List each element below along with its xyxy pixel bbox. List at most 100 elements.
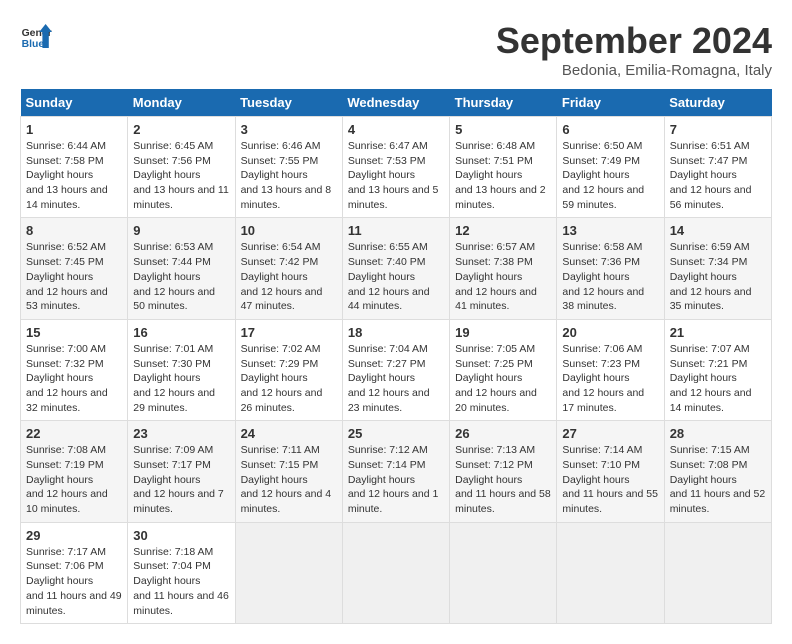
- table-row: 2 Sunrise: 6:45 AM Sunset: 7:56 PM Dayli…: [128, 117, 235, 218]
- day-info: Sunrise: 6:47 AM Sunset: 7:53 PM Dayligh…: [348, 139, 444, 212]
- col-monday: Monday: [128, 89, 235, 117]
- day-number: 10: [241, 223, 337, 238]
- day-info: Sunrise: 6:59 AM Sunset: 7:34 PM Dayligh…: [670, 240, 766, 313]
- table-row: 19 Sunrise: 7:05 AM Sunset: 7:25 PM Dayl…: [450, 319, 557, 420]
- day-number: 4: [348, 122, 444, 137]
- day-info: Sunrise: 6:54 AM Sunset: 7:42 PM Dayligh…: [241, 240, 337, 313]
- calendar-week-row: 15 Sunrise: 7:00 AM Sunset: 7:32 PM Dayl…: [21, 319, 772, 420]
- table-row: 26 Sunrise: 7:13 AM Sunset: 7:12 PM Dayl…: [450, 421, 557, 522]
- day-info: Sunrise: 6:48 AM Sunset: 7:51 PM Dayligh…: [455, 139, 551, 212]
- day-info: Sunrise: 7:05 AM Sunset: 7:25 PM Dayligh…: [455, 342, 551, 415]
- table-row: [557, 522, 664, 623]
- day-number: 5: [455, 122, 551, 137]
- day-info: Sunrise: 7:17 AM Sunset: 7:06 PM Dayligh…: [26, 545, 122, 618]
- table-row: 10 Sunrise: 6:54 AM Sunset: 7:42 PM Dayl…: [235, 218, 342, 319]
- day-number: 23: [133, 426, 229, 441]
- day-number: 1: [26, 122, 122, 137]
- logo: General Blue: [20, 20, 52, 52]
- day-number: 29: [26, 528, 122, 543]
- table-row: 14 Sunrise: 6:59 AM Sunset: 7:34 PM Dayl…: [664, 218, 771, 319]
- col-friday: Friday: [557, 89, 664, 117]
- calendar-week-row: 1 Sunrise: 6:44 AM Sunset: 7:58 PM Dayli…: [21, 117, 772, 218]
- table-row: 21 Sunrise: 7:07 AM Sunset: 7:21 PM Dayl…: [664, 319, 771, 420]
- day-info: Sunrise: 6:46 AM Sunset: 7:55 PM Dayligh…: [241, 139, 337, 212]
- table-row: 13 Sunrise: 6:58 AM Sunset: 7:36 PM Dayl…: [557, 218, 664, 319]
- col-sunday: Sunday: [21, 89, 128, 117]
- table-row: 18 Sunrise: 7:04 AM Sunset: 7:27 PM Dayl…: [342, 319, 449, 420]
- calendar-table: Sunday Monday Tuesday Wednesday Thursday…: [20, 89, 772, 624]
- day-info: Sunrise: 7:09 AM Sunset: 7:17 PM Dayligh…: [133, 443, 229, 516]
- table-row: 16 Sunrise: 7:01 AM Sunset: 7:30 PM Dayl…: [128, 319, 235, 420]
- day-number: 9: [133, 223, 229, 238]
- table-row: 9 Sunrise: 6:53 AM Sunset: 7:44 PM Dayli…: [128, 218, 235, 319]
- day-info: Sunrise: 7:11 AM Sunset: 7:15 PM Dayligh…: [241, 443, 337, 516]
- day-number: 18: [348, 325, 444, 340]
- day-info: Sunrise: 6:58 AM Sunset: 7:36 PM Dayligh…: [562, 240, 658, 313]
- day-number: 30: [133, 528, 229, 543]
- day-number: 28: [670, 426, 766, 441]
- table-row: 27 Sunrise: 7:14 AM Sunset: 7:10 PM Dayl…: [557, 421, 664, 522]
- day-info: Sunrise: 6:51 AM Sunset: 7:47 PM Dayligh…: [670, 139, 766, 212]
- table-row: 5 Sunrise: 6:48 AM Sunset: 7:51 PM Dayli…: [450, 117, 557, 218]
- table-row: 30 Sunrise: 7:18 AM Sunset: 7:04 PM Dayl…: [128, 522, 235, 623]
- day-number: 20: [562, 325, 658, 340]
- day-info: Sunrise: 6:45 AM Sunset: 7:56 PM Dayligh…: [133, 139, 229, 212]
- day-number: 27: [562, 426, 658, 441]
- day-info: Sunrise: 7:08 AM Sunset: 7:19 PM Dayligh…: [26, 443, 122, 516]
- day-number: 17: [241, 325, 337, 340]
- col-wednesday: Wednesday: [342, 89, 449, 117]
- day-info: Sunrise: 7:13 AM Sunset: 7:12 PM Dayligh…: [455, 443, 551, 516]
- svg-text:Blue: Blue: [22, 39, 45, 50]
- table-row: 3 Sunrise: 6:46 AM Sunset: 7:55 PM Dayli…: [235, 117, 342, 218]
- table-row: 29 Sunrise: 7:17 AM Sunset: 7:06 PM Dayl…: [21, 522, 128, 623]
- table-row: 20 Sunrise: 7:06 AM Sunset: 7:23 PM Dayl…: [557, 319, 664, 420]
- page-header: General Blue September 2024 Bedonia, Emi…: [20, 20, 772, 79]
- day-number: 12: [455, 223, 551, 238]
- table-row: 6 Sunrise: 6:50 AM Sunset: 7:49 PM Dayli…: [557, 117, 664, 218]
- calendar-week-row: 8 Sunrise: 6:52 AM Sunset: 7:45 PM Dayli…: [21, 218, 772, 319]
- day-info: Sunrise: 7:01 AM Sunset: 7:30 PM Dayligh…: [133, 342, 229, 415]
- day-info: Sunrise: 6:52 AM Sunset: 7:45 PM Dayligh…: [26, 240, 122, 313]
- col-thursday: Thursday: [450, 89, 557, 117]
- day-number: 19: [455, 325, 551, 340]
- day-info: Sunrise: 6:44 AM Sunset: 7:58 PM Dayligh…: [26, 139, 122, 212]
- table-row: 25 Sunrise: 7:12 AM Sunset: 7:14 PM Dayl…: [342, 421, 449, 522]
- title-block: September 2024 Bedonia, Emilia-Romagna, …: [496, 20, 772, 79]
- location: Bedonia, Emilia-Romagna, Italy: [496, 62, 772, 79]
- table-row: 24 Sunrise: 7:11 AM Sunset: 7:15 PM Dayl…: [235, 421, 342, 522]
- table-row: [235, 522, 342, 623]
- day-info: Sunrise: 7:18 AM Sunset: 7:04 PM Dayligh…: [133, 545, 229, 618]
- table-row: 1 Sunrise: 6:44 AM Sunset: 7:58 PM Dayli…: [21, 117, 128, 218]
- day-number: 16: [133, 325, 229, 340]
- day-number: 15: [26, 325, 122, 340]
- day-info: Sunrise: 7:02 AM Sunset: 7:29 PM Dayligh…: [241, 342, 337, 415]
- day-number: 6: [562, 122, 658, 137]
- day-info: Sunrise: 7:14 AM Sunset: 7:10 PM Dayligh…: [562, 443, 658, 516]
- day-info: Sunrise: 7:07 AM Sunset: 7:21 PM Dayligh…: [670, 342, 766, 415]
- day-number: 26: [455, 426, 551, 441]
- day-info: Sunrise: 7:12 AM Sunset: 7:14 PM Dayligh…: [348, 443, 444, 516]
- calendar-week-row: 29 Sunrise: 7:17 AM Sunset: 7:06 PM Dayl…: [21, 522, 772, 623]
- day-number: 7: [670, 122, 766, 137]
- col-saturday: Saturday: [664, 89, 771, 117]
- table-row: [450, 522, 557, 623]
- col-tuesday: Tuesday: [235, 89, 342, 117]
- day-number: 2: [133, 122, 229, 137]
- day-info: Sunrise: 7:15 AM Sunset: 7:08 PM Dayligh…: [670, 443, 766, 516]
- day-info: Sunrise: 6:50 AM Sunset: 7:49 PM Dayligh…: [562, 139, 658, 212]
- table-row: [664, 522, 771, 623]
- table-row: 17 Sunrise: 7:02 AM Sunset: 7:29 PM Dayl…: [235, 319, 342, 420]
- calendar-header-row: Sunday Monday Tuesday Wednesday Thursday…: [21, 89, 772, 117]
- month-title: September 2024: [496, 20, 772, 62]
- day-number: 25: [348, 426, 444, 441]
- day-number: 22: [26, 426, 122, 441]
- table-row: 4 Sunrise: 6:47 AM Sunset: 7:53 PM Dayli…: [342, 117, 449, 218]
- day-info: Sunrise: 6:57 AM Sunset: 7:38 PM Dayligh…: [455, 240, 551, 313]
- calendar-week-row: 22 Sunrise: 7:08 AM Sunset: 7:19 PM Dayl…: [21, 421, 772, 522]
- day-info: Sunrise: 6:53 AM Sunset: 7:44 PM Dayligh…: [133, 240, 229, 313]
- table-row: 7 Sunrise: 6:51 AM Sunset: 7:47 PM Dayli…: [664, 117, 771, 218]
- table-row: 12 Sunrise: 6:57 AM Sunset: 7:38 PM Dayl…: [450, 218, 557, 319]
- day-number: 11: [348, 223, 444, 238]
- table-row: 22 Sunrise: 7:08 AM Sunset: 7:19 PM Dayl…: [21, 421, 128, 522]
- day-number: 13: [562, 223, 658, 238]
